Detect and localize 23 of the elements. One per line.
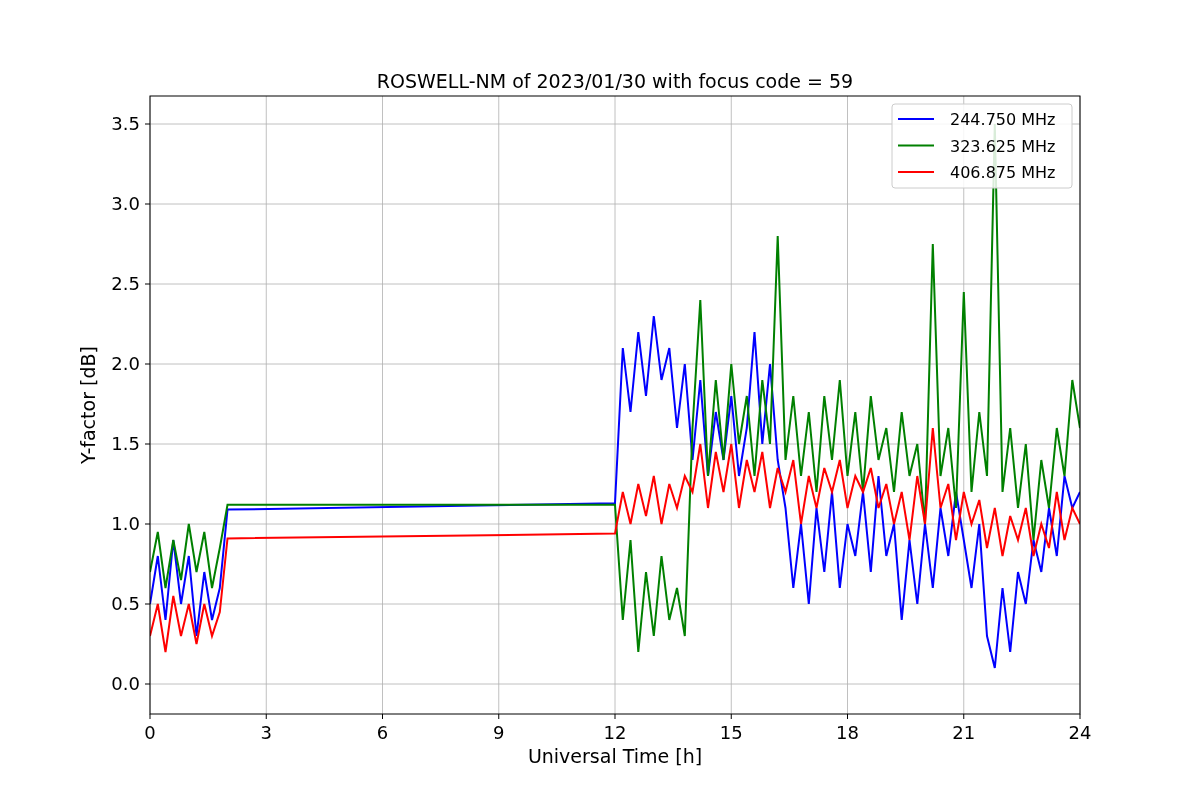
tick-label: 1.0 (111, 513, 140, 534)
tick-label: 6 (376, 722, 389, 743)
tick-label: 2.0 (111, 353, 140, 374)
tick-label: 3.0 (111, 193, 140, 214)
tick-label: 9 (493, 722, 505, 743)
tick-label: 0 (144, 722, 156, 743)
tick-label: 21 (952, 722, 976, 743)
tick-label: 24 (1068, 722, 1092, 743)
tick-label: 1.5 (111, 433, 140, 454)
tick-label: 0.0 (111, 673, 140, 694)
tick-label: 18 (836, 722, 859, 743)
tick-label: 3.5 (111, 113, 140, 134)
legend-label: 323.625 MHz (950, 136, 1056, 156)
legend-label: 244.750 MHz (950, 110, 1056, 129)
axis-label: Y-factor [dB] (77, 346, 99, 464)
legend-label: 406.875 MHz (950, 163, 1056, 182)
tick-label: 12 (603, 722, 627, 743)
tick-label: 2.5 (111, 273, 140, 294)
axis-label: Universal Time [h] (527, 745, 703, 767)
tick-label: 15 (719, 722, 743, 743)
tick-label: 0.5 (111, 593, 140, 614)
tick-label: 3 (260, 722, 272, 743)
chart-title: ROSWELL-NM of 2023/01/30 with focus code = 59 (376, 70, 854, 92)
